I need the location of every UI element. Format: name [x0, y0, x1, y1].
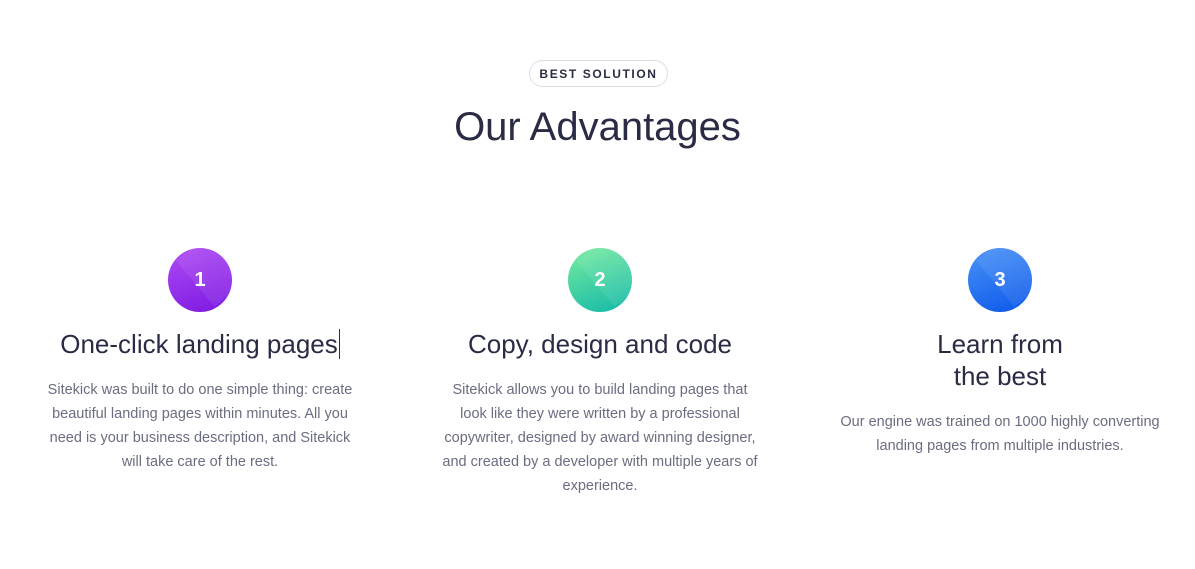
feature-card-3: 3 Learn from the best Our engine was tra…: [830, 248, 1170, 458]
feature-description-2: Sitekick allows you to build landing pag…: [442, 382, 758, 494]
section-title: Our Advantages: [454, 105, 741, 149]
number-badge-1-label: 1: [194, 268, 206, 291]
feature-description-3: Our engine was trained on 1000 highly co…: [840, 414, 1160, 454]
number-badge-1: 1: [168, 248, 232, 312]
number-badge-3-label: 3: [994, 268, 1006, 291]
feature-title-1[interactable]: One-click landing pages: [30, 328, 370, 360]
advantages-section: BEST SOLUTION Our Advantages 1 One-click…: [0, 0, 1195, 569]
feature-card-1: 1 One-click landing pages Sitekick was b…: [30, 248, 370, 474]
number-badge-2-label: 2: [594, 268, 606, 291]
feature-title-3-line-2: the best: [953, 361, 1047, 391]
section-badge: BEST SOLUTION: [529, 60, 668, 87]
number-badge-3: 3: [968, 248, 1032, 312]
feature-card-2: 2 Copy, design and code Sitekick allows …: [430, 248, 770, 498]
feature-title-3: Learn from the best: [830, 328, 1170, 392]
feature-description-1: Sitekick was built to do one simple thin…: [47, 382, 353, 470]
number-badge-2: 2: [568, 248, 632, 312]
feature-title-1-text[interactable]: One-click landing pages: [60, 329, 338, 359]
text-cursor: [338, 329, 340, 359]
feature-title-3-line-1: Learn from: [937, 329, 1063, 359]
feature-title-2: Copy, design and code: [467, 329, 733, 359]
